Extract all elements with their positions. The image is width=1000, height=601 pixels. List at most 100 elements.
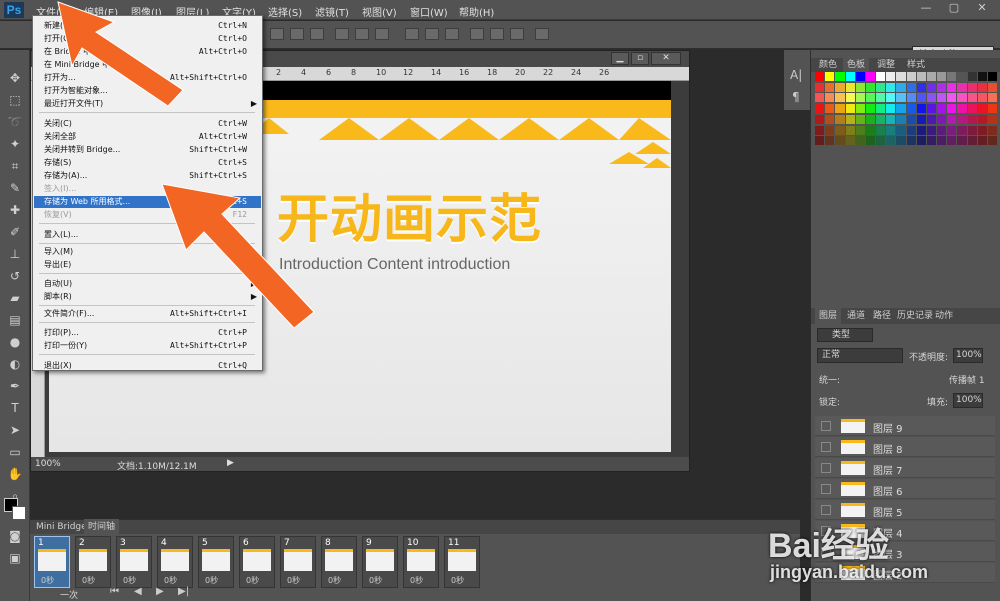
tab-paths[interactable]: 路径 (869, 308, 895, 324)
first-frame-icon[interactable]: ⏮ (110, 586, 119, 597)
color-swatch[interactable] (926, 93, 936, 103)
color-swatch[interactable] (886, 125, 896, 135)
color-swatch[interactable] (957, 104, 967, 114)
color-swatch[interactable] (865, 136, 875, 146)
color-swatch[interactable] (815, 93, 825, 103)
animation-frame[interactable]: 10 0秒 (403, 536, 439, 588)
animation-frame[interactable]: 8 0秒 (321, 536, 357, 588)
distribute-right-icon[interactable] (510, 28, 524, 40)
color-swatch[interactable] (835, 82, 845, 92)
dodge-tool-icon[interactable]: ◐ (7, 356, 23, 372)
visibility-icon[interactable] (821, 463, 831, 473)
color-swatch[interactable] (937, 125, 947, 135)
color-swatch[interactable] (865, 114, 875, 124)
color-swatch[interactable] (835, 93, 845, 103)
distribute-hcenter-icon[interactable] (490, 28, 504, 40)
color-swatch[interactable] (926, 104, 936, 114)
color-swatch[interactable] (937, 82, 947, 92)
color-swatch[interactable] (896, 125, 906, 135)
color-swatch[interactable] (815, 104, 825, 114)
color-swatch[interactable] (835, 104, 845, 114)
color-swatch[interactable] (906, 82, 916, 92)
blur-tool-icon[interactable]: ● (7, 334, 23, 350)
close-icon[interactable]: ✕ (970, 0, 994, 16)
color-swatch[interactable] (947, 72, 957, 81)
color-swatch[interactable] (937, 72, 947, 81)
color-swatch[interactable] (977, 82, 987, 92)
align-left-icon[interactable] (335, 28, 349, 40)
color-swatch[interactable] (876, 136, 886, 146)
color-swatch[interactable] (947, 104, 957, 114)
propagate-frame-checkbox[interactable]: 传播帧 1 (949, 373, 985, 386)
blend-mode-select[interactable]: 正常 (817, 348, 903, 363)
color-swatch[interactable] (906, 72, 916, 81)
color-swatch[interactable] (845, 93, 855, 103)
color-swatch[interactable] (987, 82, 997, 92)
brush-tool-icon[interactable]: ✐ (7, 224, 23, 240)
color-swatch[interactable] (957, 136, 967, 146)
doc-minimize-icon[interactable]: ▁ (611, 52, 629, 65)
frame-delay[interactable]: 0秒 (205, 575, 218, 586)
file-menu-item[interactable]: 关闭(C) Ctrl+W (34, 118, 261, 130)
distribute-vcenter-icon[interactable] (425, 28, 439, 40)
color-swatch[interactable] (865, 72, 875, 81)
color-swatch[interactable] (937, 104, 947, 114)
opacity-input[interactable]: 100% (953, 348, 983, 363)
visibility-icon[interactable] (821, 421, 831, 431)
swatch-grid[interactable] (815, 72, 997, 146)
color-swatch[interactable] (855, 72, 865, 81)
color-swatch[interactable] (926, 136, 936, 146)
color-swatch[interactable] (865, 125, 875, 135)
color-swatch[interactable] (987, 104, 997, 114)
color-swatch[interactable] (845, 104, 855, 114)
shape-tool-icon[interactable]: ▭ (7, 444, 23, 460)
type-tool-icon[interactable]: T (7, 400, 23, 416)
crop-tool-icon[interactable]: ⌗ (7, 158, 23, 174)
menu-window[interactable]: 窗口(W) (410, 4, 448, 19)
maximize-icon[interactable]: ▢ (942, 0, 966, 16)
screen-mode-icon[interactable]: ▣ (7, 550, 23, 566)
color-swatch[interactable] (937, 93, 947, 103)
animation-frame[interactable]: 1 0秒 (34, 536, 70, 588)
color-swatch[interactable] (825, 125, 835, 135)
color-swatch[interactable] (987, 114, 997, 124)
color-swatch[interactable] (906, 114, 916, 124)
frame-delay[interactable]: 0秒 (246, 575, 259, 586)
color-swatch[interactable] (896, 136, 906, 146)
color-swatch[interactable] (916, 104, 926, 114)
color-swatch[interactable] (957, 93, 967, 103)
eraser-tool-icon[interactable]: ▰ (7, 290, 23, 306)
layer-filter-kind[interactable]: 类型 (817, 328, 873, 342)
color-swatch[interactable] (957, 82, 967, 92)
color-swatch[interactable] (987, 136, 997, 146)
tab-adjustments[interactable]: 调整 (873, 57, 899, 73)
marquee-tool-icon[interactable]: ⬚ (7, 92, 23, 108)
status-arrow-icon[interactable]: ▶ (227, 458, 234, 468)
color-swatch[interactable] (906, 104, 916, 114)
color-swatch[interactable] (835, 114, 845, 124)
color-swatch[interactable] (906, 136, 916, 146)
animation-frame[interactable]: 9 0秒 (362, 536, 398, 588)
color-swatch[interactable] (947, 93, 957, 103)
color-swatch[interactable] (825, 114, 835, 124)
color-swatch[interactable] (926, 72, 936, 81)
fill-input[interactable]: 100% (953, 393, 983, 408)
color-swatch[interactable] (937, 114, 947, 124)
color-swatch[interactable] (967, 136, 977, 146)
color-swatch[interactable] (815, 72, 825, 81)
align-vcenter-icon[interactable] (290, 28, 304, 40)
align-hcenter-icon[interactable] (355, 28, 369, 40)
layer-row[interactable]: 图层 6 (815, 479, 995, 499)
color-swatch[interactable] (957, 114, 967, 124)
color-swatch[interactable] (815, 114, 825, 124)
zoom-level[interactable]: 100% (35, 459, 61, 469)
align-bottom-icon[interactable] (310, 28, 324, 40)
color-swatch[interactable] (876, 125, 886, 135)
color-swatch[interactable] (896, 93, 906, 103)
color-swatch[interactable] (916, 136, 926, 146)
align-right-icon[interactable] (375, 28, 389, 40)
color-swatch[interactable] (825, 104, 835, 114)
color-swatch[interactable] (977, 72, 987, 81)
layer-row[interactable]: 图层 7 (815, 458, 995, 478)
color-swatch[interactable] (987, 93, 997, 103)
